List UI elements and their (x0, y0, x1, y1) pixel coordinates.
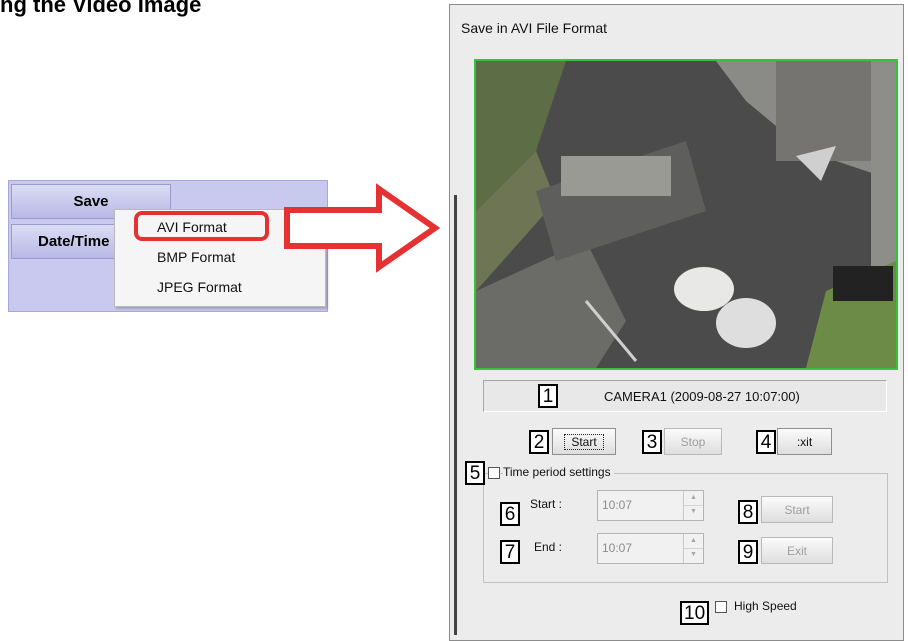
callout-9: 9 (738, 540, 758, 564)
callout-10: 10 (680, 601, 710, 625)
datetime-button[interactable]: Date/Time (11, 224, 119, 259)
camera-preview (474, 59, 898, 370)
spin-up-icon[interactable]: ▲ (684, 491, 703, 506)
right-arrow-icon (284, 183, 441, 273)
page-heading: ng the Video Image (0, 0, 202, 17)
callout-4: 4 (756, 430, 776, 454)
time-period-label: Time period settings (503, 465, 614, 479)
start-time-value: 10:07 (602, 498, 633, 512)
menu-item-bmp[interactable]: BMP Format (157, 249, 235, 265)
callout-8: 8 (738, 500, 758, 524)
period-exit-label: Exit (786, 543, 807, 558)
parking-lot-image (476, 61, 896, 368)
end-time-label: End : (534, 540, 563, 554)
callout-3: 3 (642, 430, 662, 454)
period-start-button[interactable]: Start (761, 496, 833, 523)
menu-item-jpeg[interactable]: JPEG Format (157, 279, 242, 295)
period-exit-button[interactable]: Exit (761, 537, 833, 564)
period-start-label: Start (784, 502, 810, 517)
end-time-spin-buttons: ▲ ▼ (683, 534, 703, 563)
start-time-spin-buttons: ▲ ▼ (683, 491, 703, 520)
high-speed-label: High Speed (734, 599, 797, 613)
callout-7: 7 (500, 540, 520, 564)
spin-down-icon[interactable]: ▼ (684, 548, 703, 562)
save-avi-dialog: Save in AVI File Format CAMERA1 (2009-08… (449, 4, 904, 641)
callout-1: 1 (538, 384, 558, 408)
callout-6: 6 (500, 502, 520, 526)
camera-status-text: CAMERA1 (2009-08-27 10:07:00) (604, 389, 800, 404)
time-period-checkbox[interactable] (488, 467, 500, 479)
high-speed-checkbox[interactable] (715, 601, 727, 613)
dialog-title: Save in AVI File Format (461, 20, 608, 36)
callout-5: 5 (465, 461, 485, 485)
spin-down-icon[interactable]: ▼ (684, 505, 703, 519)
end-time-value: 10:07 (602, 541, 633, 555)
dialog-edge (454, 195, 457, 635)
menu-item-avi[interactable]: AVI Format (157, 219, 227, 235)
stop-button-label: Stop (680, 434, 706, 449)
start-time-label: Start : (530, 497, 563, 511)
start-time-spinner[interactable]: 10:07 ▲ ▼ (597, 490, 704, 521)
exit-button-label: :xit (796, 434, 813, 449)
start-button[interactable]: Start (552, 428, 616, 455)
end-time-spinner[interactable]: 10:07 ▲ ▼ (597, 533, 704, 564)
stop-button[interactable]: Stop (664, 428, 722, 455)
exit-button[interactable]: :xit (777, 428, 832, 455)
start-button-label: Start (564, 433, 604, 450)
callout-2: 2 (529, 430, 549, 454)
toolbar-panel: Save Date/Time AVI Format BMP Format JPE… (8, 180, 328, 312)
spin-up-icon[interactable]: ▲ (684, 534, 703, 549)
